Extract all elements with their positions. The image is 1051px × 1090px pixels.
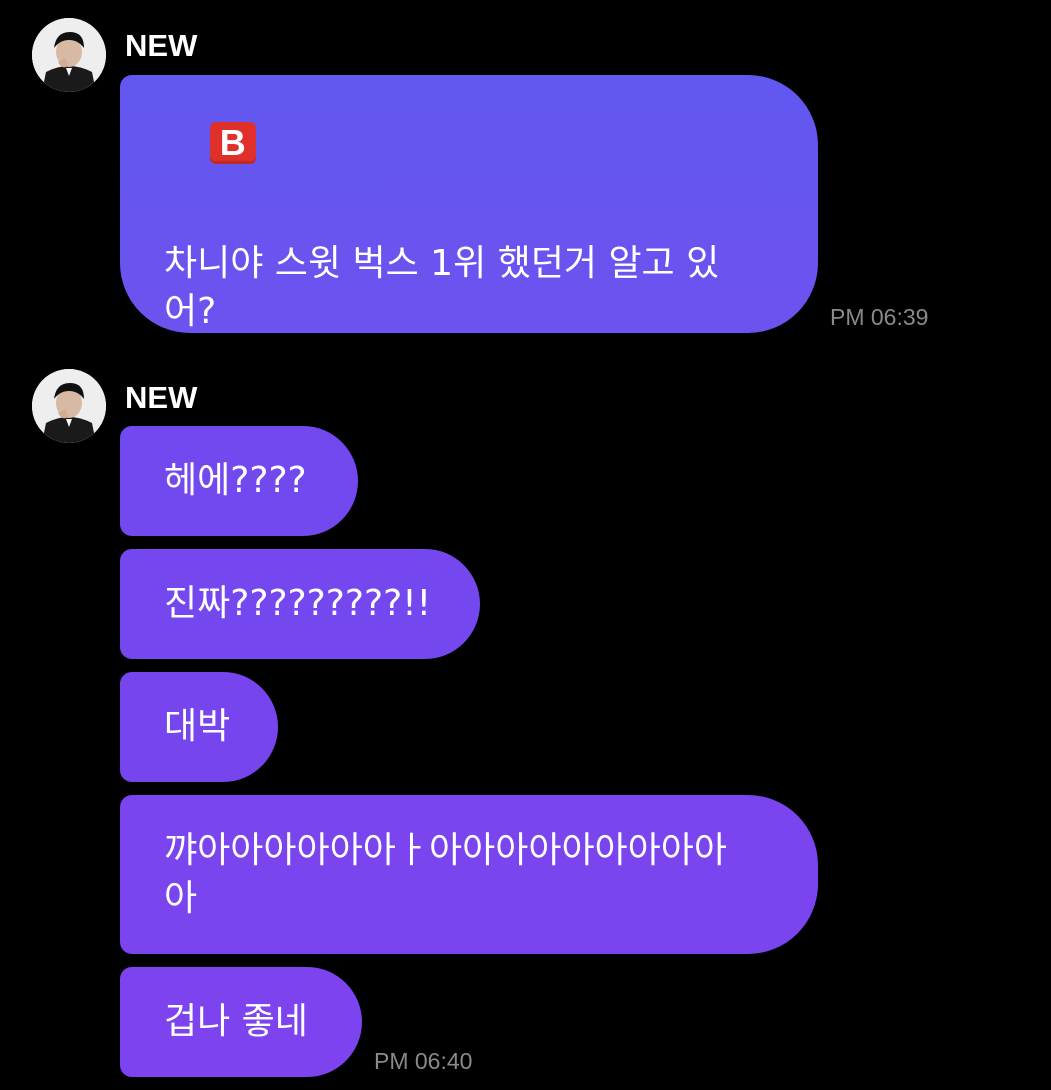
message-text: 겁나 좋네 <box>164 1001 308 1042</box>
message-bubble[interactable]: 헤에???? <box>120 426 358 536</box>
message-bubble[interactable]: 겁나 좋네 <box>120 967 362 1077</box>
message-text: 꺄아아아아아아ㅏ아아아아아아아아아 아 <box>164 829 728 919</box>
message-bubble[interactable]: 대박 <box>120 672 278 782</box>
timestamp: PM 06:40 <box>374 1048 473 1074</box>
avatar[interactable] <box>32 18 106 92</box>
message-text: 헤에???? <box>164 460 307 501</box>
message-text: 차니야 스윗 벅스 1위 했던거 알고 있 어? <box>164 243 720 332</box>
profile-photo-icon <box>32 369 106 443</box>
message-bubble[interactable]: 꺄아아아아아아ㅏ아아아아아아아아아 아 <box>120 795 818 954</box>
message-text: 진짜?????????!! <box>164 583 432 624</box>
sender-name: NEW <box>125 380 198 415</box>
profile-photo-icon <box>32 18 106 92</box>
sender-name: NEW <box>125 28 198 63</box>
message-text: 대박 <box>164 706 231 747</box>
message-bubble[interactable]: B 차니야 스윗 벅스 1위 했던거 알고 있 어? <box>120 75 818 333</box>
message-bubble[interactable]: 진짜?????????!! <box>120 549 480 659</box>
timestamp: PM 06:39 <box>830 304 929 330</box>
avatar[interactable] <box>32 369 106 443</box>
bugs-b-icon: B <box>209 122 256 164</box>
